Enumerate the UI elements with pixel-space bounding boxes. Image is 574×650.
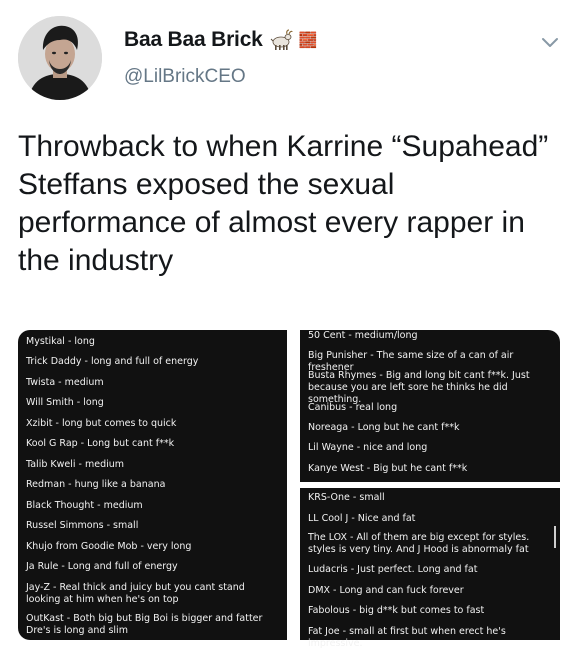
author-handle[interactable]: @LilBrickCEO [124, 66, 246, 88]
image-text-line: Ludacris - Just perfect. Long and fat [308, 564, 478, 575]
image-text-line: Khujo from Goodie Mob - very long [26, 541, 192, 552]
tweet-image-right-bottom[interactable]: KRS-One - small LL Cool J - Nice and fat… [300, 488, 560, 649]
goat-icon [270, 29, 293, 50]
image-text-line: Busta Rhymes - Big and long bit cant f**… [308, 370, 530, 405]
image-text-line: Lil Wayne - nice and long [308, 442, 428, 453]
image-text-line: Fabolous - big d**k but comes to fast [308, 605, 485, 616]
image-text-line: Kanye West - Big but he cant f**k [308, 463, 468, 474]
brick-icon: 🧱 [298, 31, 318, 49]
chevron-down-icon[interactable] [540, 32, 560, 52]
author-display-name[interactable]: Baa Baa Brick [124, 28, 263, 52]
image-text-line: LL Cool J - Nice and fat [308, 513, 416, 524]
image-text-line: Canibus - real long [308, 402, 398, 413]
image-text-line: Will Smith - long [26, 397, 104, 408]
image-text-line: Jay-Z - Real thick and juicy but you can… [26, 582, 245, 605]
image-text-line: Russel Simmons - small [26, 520, 139, 531]
image-text-line: OutKast - Both big but Big Boi is bigger… [26, 613, 263, 636]
tweet-image-right-top[interactable]: 50 Cent - medium/long Big Punisher - The… [300, 330, 560, 482]
image-text-line: Talib Kweli - medium [26, 459, 125, 470]
image-text-line: DMX - Long and can fuck forever [308, 585, 464, 596]
image-text-line: Ja Rule - Long and full of energy [26, 561, 178, 572]
tweet-image-left[interactable]: Mystikal - long Trick Daddy - long and f… [18, 330, 287, 640]
image-text-line: Noreaga - Long but he cant f**k [308, 422, 460, 433]
image-text-line: Trick Daddy - long and full of energy [26, 356, 199, 367]
image-text-line: Fat Joe - small at first but when erect … [308, 626, 506, 649]
author-name-row: Baa Baa Brick 🧱 [124, 28, 317, 52]
image-text-line: Twista - medium [26, 377, 104, 388]
image-text-line: Black Thought - medium [26, 500, 143, 511]
image-text-line: Redman - hung like a banana [26, 479, 166, 490]
image-scrollbar [554, 526, 556, 548]
image-text-line: Mystikal - long [26, 336, 95, 347]
image-text-line: 50 Cent - medium/long [308, 330, 418, 341]
image-text-line: Kool G Rap - Long but cant f**k [26, 438, 175, 449]
avatar[interactable] [18, 16, 102, 100]
tweet-text: Throwback to when Karrine “Supahead” Ste… [18, 130, 549, 277]
image-text-line: The LOX - All of them are big except for… [308, 532, 530, 555]
image-text-line: KRS-One - small [308, 492, 385, 503]
image-text-line: Xzibit - long but comes to quick [26, 418, 177, 429]
